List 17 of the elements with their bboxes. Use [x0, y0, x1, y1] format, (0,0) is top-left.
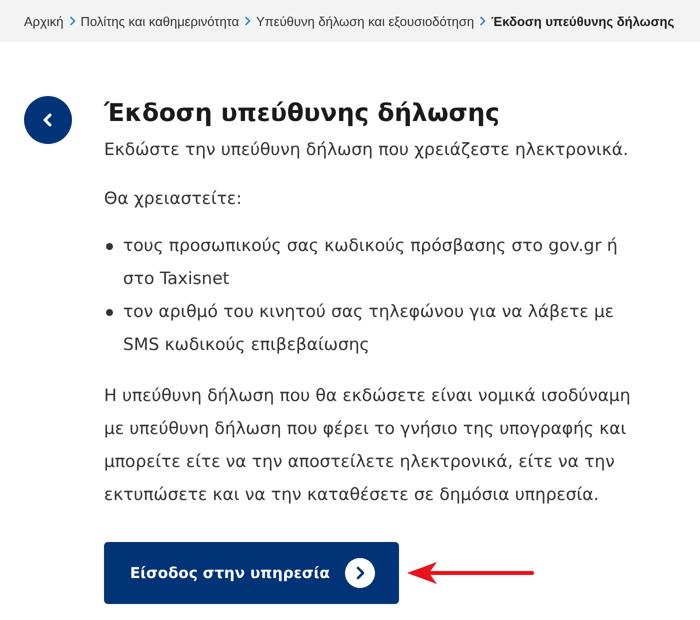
- start-button[interactable]: Είσοδος στην υπηρεσία: [104, 542, 399, 604]
- back-button[interactable]: [24, 96, 72, 144]
- chevron-right-icon: [479, 16, 486, 26]
- breadcrumb-link[interactable]: Αρχική: [24, 14, 64, 28]
- breadcrumb-link[interactable]: Υπεύθυνη δήλωση και εξουσιοδότηση: [256, 14, 474, 28]
- breadcrumb-link[interactable]: Πολίτης και καθημερινότητα: [80, 14, 240, 28]
- note-text: Η υπεύθυνη δήλωση που θα εκδώσετε είναι νομικά ισοδύναμη με υπεύθυνη δήλωση που φέρει το γνήσιο της υπογραφής και μπορείτε είτε να την αποστείλετε ηλεκτρονικά, είτε να την εκτυπώσετε και να την καταθέσετε σε δημόσια υπηρεσία.: [104, 385, 632, 507]
- page-title: Έκδοση υπεύθυνης δήλωσης: [104, 97, 501, 129]
- current-page-crumb: Έκδοση υπεύθυνης δήλωσης: [491, 14, 674, 28]
- chevron-right-icon: [244, 16, 252, 26]
- arrow-circle-icon: [344, 558, 375, 588]
- requirement-text: τον αριθμό του κινητού σας τηλεφώνου για να λάβετε με SMS κωδικούς επιβεβαίωσης: [123, 301, 615, 357]
- bullet-icon: [106, 243, 113, 250]
- lead-text: Εκδώστε την υπεύθυνη δήλωση που χρειάζεστε ηλεκτρονικά.: [104, 139, 630, 162]
- bullet-icon: [106, 309, 113, 316]
- chevron-right-icon: [68, 16, 76, 26]
- requirements-heading: Θα χρειαστείτε:: [104, 188, 243, 211]
